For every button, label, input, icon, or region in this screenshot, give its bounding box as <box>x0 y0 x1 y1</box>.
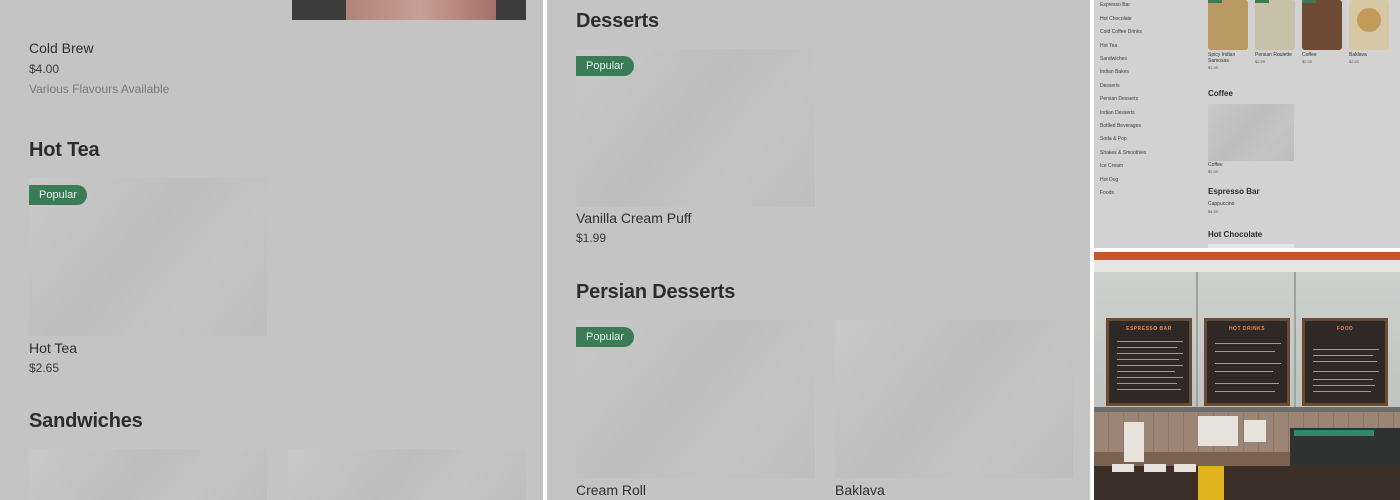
vanilla-cream-puff-image[interactable]: Popular <box>576 49 815 207</box>
sandwiches-heading: Sandwiches <box>29 410 143 432</box>
menu-board-espresso: ESPRESSO BAR <box>1106 318 1192 406</box>
menu-board-food: FOOD <box>1302 318 1388 406</box>
mini-sidebar-item[interactable]: Desserts <box>1100 83 1120 89</box>
mini-coffee-heading: Coffee <box>1208 89 1233 98</box>
cabinet-divider <box>1196 272 1198 407</box>
menu-panel-middle: Desserts Popular Vanilla Cream Puff $1.9… <box>547 0 1090 500</box>
mini-item-name[interactable]: Spicy Indian Samosas <box>1208 52 1252 64</box>
mini-hot-chocolate-image[interactable] <box>1208 244 1294 248</box>
dispenser-panel <box>1294 430 1374 436</box>
mini-sidebar-item[interactable]: Hot Dog <box>1100 177 1118 183</box>
cream-roll-name[interactable]: Cream Roll <box>576 482 646 498</box>
mini-coffee-price: $2.00 <box>1208 169 1219 174</box>
mini-item-image[interactable] <box>1255 0 1295 50</box>
hot-tea-heading: Hot Tea <box>29 139 100 161</box>
mini-item-price: $2.50 <box>1349 59 1360 64</box>
mini-sidebar-item[interactable]: Sandwiches <box>1100 56 1127 62</box>
hot-tea-card-image[interactable]: Popular <box>29 178 267 336</box>
mini-item-price: $1.95 <box>1208 65 1219 70</box>
mini-sidebar-item[interactable]: Cold Coffee Drinks <box>1100 29 1142 35</box>
popular-badge: Popular <box>576 327 634 347</box>
mini-sidebar-item[interactable]: Shakes & Smoothies <box>1100 150 1146 156</box>
mini-sidebar-item[interactable]: Hot Chocolate <box>1100 16 1132 22</box>
vanilla-cream-puff-name[interactable]: Vanilla Cream Puff <box>576 210 691 226</box>
mini-espresso-heading: Espresso Bar <box>1208 187 1260 196</box>
mini-sidebar-item[interactable]: Ice Cream <box>1100 163 1123 169</box>
vanilla-cream-puff-price: $1.99 <box>576 231 607 245</box>
mini-sidebar-item[interactable]: Indian Desserts <box>1100 110 1135 116</box>
cold-brew-description: Various Flavours Available <box>29 82 170 96</box>
board-title: FOOD <box>1336 326 1354 332</box>
coffee-machine <box>1124 422 1144 462</box>
mini-sidebar-item[interactable]: Foods <box>1100 190 1114 196</box>
mini-coffee-name[interactable]: Coffee <box>1208 162 1223 168</box>
posted-notice <box>1244 420 1266 442</box>
persian-desserts-heading: Persian Desserts <box>576 281 736 303</box>
board-title: HOT DRINKS <box>1228 326 1266 332</box>
popular-badge: Popular <box>576 56 634 76</box>
board-title: ESPRESSO BAR <box>1126 326 1172 332</box>
display-case <box>1094 466 1400 500</box>
hot-tea-name[interactable]: Hot Tea <box>29 340 77 356</box>
mini-item-image[interactable] <box>1208 0 1248 50</box>
mini-espresso-item-price: $4.50 <box>1208 209 1219 214</box>
desserts-heading: Desserts <box>576 10 659 32</box>
mini-coffee-image[interactable] <box>1208 104 1294 161</box>
mini-hot-chocolate-heading: Hot Chocolate <box>1208 230 1263 239</box>
yellow-sign <box>1198 466 1224 500</box>
mini-item-image[interactable] <box>1349 0 1389 50</box>
cream-roll-image[interactable]: Popular <box>576 320 815 478</box>
ceiling-trim <box>1094 252 1400 260</box>
mini-sidebar-item[interactable]: Persian Desserts <box>1100 96 1138 102</box>
baklava-name[interactable]: Baklava <box>835 482 885 498</box>
store-counter-photo: ESPRESSO BAR HOT DRINKS FOOD <box>1094 252 1400 500</box>
cold-brew-price: $4.00 <box>29 62 60 76</box>
mini-item-name[interactable]: Baklava <box>1349 52 1367 58</box>
mini-sidebar-item[interactable]: Hot Tea <box>1100 43 1117 49</box>
cabinet-divider <box>1294 272 1296 407</box>
mini-espresso-item-name[interactable]: Cappuccino <box>1208 201 1234 207</box>
price-tag <box>1144 464 1166 472</box>
sandwich-card-image[interactable] <box>29 449 267 500</box>
popular-badge: Popular <box>29 185 87 205</box>
price-tag <box>1174 464 1196 472</box>
mini-item-price: $2.00 <box>1302 59 1313 64</box>
mini-item-name[interactable]: Coffee <box>1302 52 1317 58</box>
menu-board-hot-drinks: HOT DRINKS <box>1204 318 1290 406</box>
hot-tea-price: $2.65 <box>29 361 60 375</box>
price-tag <box>1112 464 1134 472</box>
ceiling-light <box>1094 260 1400 272</box>
sandwich-card-image[interactable] <box>288 449 526 500</box>
mini-sidebar-item[interactable]: Indian Bakes <box>1100 69 1129 75</box>
mini-sidebar-item[interactable]: Espresso Bar <box>1100 2 1130 8</box>
posted-notice <box>1198 416 1238 446</box>
mini-item-image[interactable] <box>1302 0 1342 50</box>
cold-brew-name[interactable]: Cold Brew <box>29 40 94 56</box>
mini-menu-screenshot: Espresso Bar Hot Chocolate Cold Coffee D… <box>1094 0 1400 248</box>
baklava-image[interactable] <box>835 320 1073 478</box>
cold-brew-image[interactable] <box>292 0 526 20</box>
mini-item-name[interactable]: Persian Roulette <box>1255 52 1299 58</box>
menu-panel-left: Cold Brew $4.00 Various Flavours Availab… <box>0 0 543 500</box>
mini-item-price: $2.99 <box>1255 59 1266 64</box>
mini-sidebar-item[interactable]: Bottled Beverages <box>1100 123 1141 129</box>
mini-sidebar-item[interactable]: Soda & Pop <box>1100 136 1127 142</box>
